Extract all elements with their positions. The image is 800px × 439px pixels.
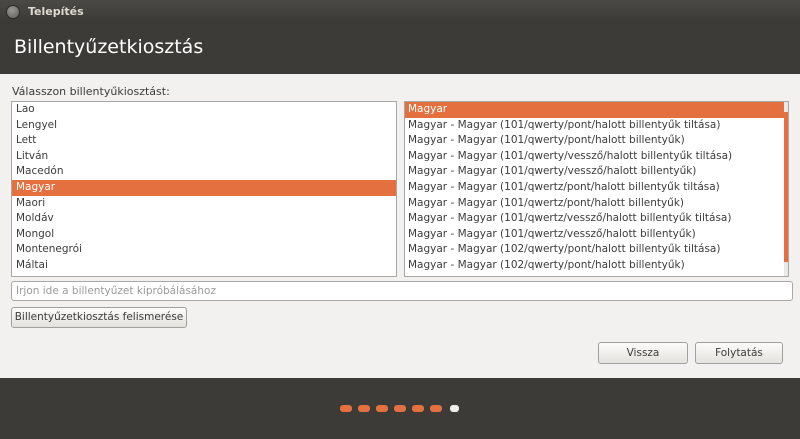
language-list-item[interactable]: Lao (12, 102, 396, 118)
language-list[interactable]: Lao Lengyel Lett Litván Macedón Magyar Maori Mo… (11, 101, 397, 277)
continue-button[interactable]: Folytatás (695, 342, 783, 364)
variant-list-item[interactable]: Magyar - Magyar (101/qwertz/vessző/halot… (405, 211, 788, 227)
variant-list[interactable]: Magyar Magyar - Magyar (101/qwerty/pont/h… (404, 101, 789, 277)
progress-dot (394, 405, 406, 412)
variant-list-item[interactable]: Magyar - Magyar (101/qwerty/pont/halott … (405, 133, 788, 149)
variant-list-scrollbar[interactable] (784, 102, 788, 276)
variant-list-item[interactable]: Magyar - Magyar (101/qwerty/vessző/halot… (405, 164, 788, 180)
variant-list-item[interactable]: Magyar - Magyar (101/qwerty/pont/halott … (405, 118, 788, 134)
variant-list-item[interactable]: Magyar - Magyar (102/qwerty/pont/halott … (405, 242, 788, 258)
progress-dots (340, 405, 459, 412)
variant-list-item[interactable]: Magyar - Magyar (101/qwertz/pont/halott … (405, 180, 788, 196)
language-list-item[interactable]: Lengyel (12, 118, 396, 134)
progress-dot (340, 405, 352, 412)
close-icon[interactable] (7, 6, 19, 18)
language-list-item[interactable]: Magyar (12, 179, 396, 196)
progress-dot (376, 405, 388, 412)
language-list-item[interactable]: Moldáv (12, 211, 396, 227)
language-list-item[interactable]: Lett (12, 133, 396, 149)
variant-list-item[interactable]: Magyar - Magyar (101/qwertz/vessző/halot… (405, 227, 788, 243)
variant-list-item[interactable]: Magyar (405, 102, 788, 118)
language-list-item[interactable]: Montenegrói (12, 242, 396, 258)
language-list-item[interactable]: Litván (12, 149, 396, 165)
page-title: Billentyűzetkiosztás (14, 36, 204, 58)
window-titlebar: Telepítés (0, 0, 800, 24)
language-list-item[interactable]: Mongol (12, 227, 396, 243)
back-button[interactable]: Vissza (598, 342, 688, 364)
language-list-item[interactable]: Máltai (12, 258, 396, 274)
variant-list-item[interactable]: Magyar - Magyar (102/qwerty/pont/halott … (405, 258, 788, 274)
progress-dot (430, 405, 442, 412)
variant-list-scrollbar-thumb[interactable] (784, 112, 788, 262)
progress-dot-current (450, 405, 459, 412)
detect-layout-button[interactable]: Billentyűzetkiosztás felismerése (11, 307, 187, 328)
keyboard-test-input[interactable] (11, 281, 793, 301)
progress-dot (358, 405, 370, 412)
variant-list-item[interactable]: Magyar - Magyar (101/qwertz/pont/halott … (405, 196, 788, 212)
variant-list-item[interactable]: Magyar - Magyar (101/qwerty/vessző/halot… (405, 149, 788, 165)
progress-dot (412, 405, 424, 412)
language-list-item[interactable]: Maori (12, 196, 396, 212)
window-title: Telepítés (28, 5, 84, 18)
layout-prompt-label: Válasszon billentyűkiosztást: (12, 85, 170, 98)
language-list-item[interactable]: Macedón (12, 164, 396, 180)
